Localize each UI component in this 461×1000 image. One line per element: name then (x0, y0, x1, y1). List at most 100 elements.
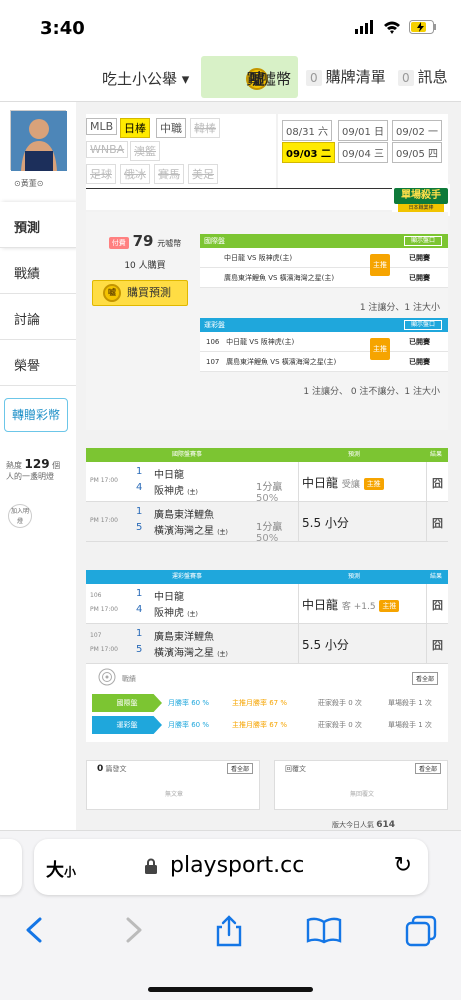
show-odds-button[interactable]: 顯示盤口 (404, 236, 442, 246)
date-tab[interactable]: 09/01 日 (338, 120, 388, 141)
coin-icon: 噓 (103, 284, 121, 302)
team-rank: 4 (136, 482, 143, 493)
sidenav-honor[interactable]: 榮譽 (0, 340, 76, 386)
game-time: PM 17:00 (90, 517, 118, 524)
previous-tab[interactable] (0, 839, 22, 895)
replies-label: 回覆文 (285, 765, 306, 773)
tabs-icon[interactable] (404, 915, 438, 947)
pick: 5.5 小分 (302, 516, 349, 530)
league-khl: 俄冰 (120, 164, 150, 184)
show-odds-button[interactable]: 顯示盤口 (404, 320, 442, 330)
home-tag: (主) (217, 529, 228, 536)
cart-link[interactable]: 0 購牌清單 (306, 66, 386, 87)
sidenav-predict[interactable]: 預測 (0, 202, 76, 248)
col-header: 預測 (348, 573, 361, 580)
view-all-button[interactable]: 看全部 (226, 763, 253, 774)
single-killer: 單場殺手 1 次 (388, 721, 432, 729)
match-name: 中日龍 VS 阪神虎(主) (224, 254, 293, 262)
visitors-label: 版大今日人氣 (332, 821, 374, 829)
forward-icon[interactable] (120, 915, 146, 945)
text-size-button[interactable]: 大小 (46, 856, 76, 882)
col-header: 結果 (430, 451, 443, 458)
game-time: PM 17:00 (90, 606, 118, 613)
league-mlb[interactable]: MLB (86, 118, 118, 135)
prediction-row: 107 廣島東洋鯉魚 VS 橫濱海灣之星(主) 已開賽 (200, 352, 448, 372)
view-all-button[interactable]: 看全部 (414, 763, 441, 774)
table-row: PM 17:00 1 中日龍 4 阪神虎 (主) 1分贏 50% 中日龍 受讓 … (86, 462, 448, 504)
intl-summary: 1 注讓分、1 注大小 (359, 303, 440, 313)
home-team-name: 橫濱海灣之星 (154, 648, 214, 659)
main-content: MLB 日棒 中職 韓棒 WNBA 澳籃 足球 俄冰 賽馬 美足 08/31 六… (76, 102, 461, 830)
back-icon[interactable] (22, 915, 48, 945)
date-tab[interactable]: 09/04 三 (338, 142, 388, 163)
lottery-title: 運彩盤 (204, 321, 225, 329)
record-row: 國際盤 月勝率 60 % 主推月勝率 67 % 莊家殺手 0 次 單場殺手 1 … (92, 694, 442, 712)
user-menu[interactable]: 吃土小公舉 ▾ (102, 68, 189, 89)
away-team: 廣島東洋鯉魚 (154, 632, 214, 643)
paid-tag: 付費 (108, 236, 129, 249)
result-icon: 囧 (432, 517, 443, 530)
team-rank: 5 (136, 644, 143, 655)
table-row: 106 PM 17:00 1 中日龍 4 阪神虎 (主) 中日龍 客 +1.5 … (86, 584, 448, 624)
spread-pct: 50% (256, 533, 279, 544)
col-header: 結果 (430, 573, 443, 580)
banker-killer: 莊家殺手 0 次 (318, 721, 362, 729)
date-tab-selected[interactable]: 09/03 二 (282, 142, 335, 163)
intl-games-table: 國際盤賽事 預測 結果 PM 17:00 1 中日龍 4 阪神虎 (主) 1分贏… (86, 448, 448, 544)
match-name: 中日龍 VS 阪神虎(主) (226, 338, 295, 346)
match-status: 已開賽 (409, 338, 430, 346)
add-lamp-button[interactable]: 加入明燈 (8, 504, 32, 528)
sidenav-discuss[interactable]: 討論 (0, 294, 76, 340)
player-photo (11, 111, 67, 171)
replies-box: 回覆文 看全部 無回覆文 (274, 760, 448, 810)
league-npb[interactable]: 日棒 (120, 118, 150, 138)
league-nfl: 美足 (188, 164, 218, 184)
mvp-title: 單場殺手 (394, 188, 448, 204)
game-time: PM 17:00 (90, 477, 118, 484)
record-panel: 戰績 看全部 國際盤 月勝率 60 % 主推月勝率 67 % 莊家殺手 0 次 … (86, 664, 448, 742)
match-status: 已開賽 (409, 274, 430, 282)
avatar[interactable] (10, 110, 67, 171)
aa-small: 小 (64, 865, 77, 879)
home-team-name: 橫濱海灣之星 (154, 526, 214, 537)
msg-label: 訊息 (417, 68, 448, 86)
empty-text: 無回覆文 (349, 791, 374, 798)
prediction-row: 中日龍 VS 阪神虎(主) 主推 已開賽 (200, 248, 448, 276)
home-team: 阪神虎 (主) (154, 604, 198, 619)
away-team: 中日龍 (154, 592, 184, 603)
price-unit: 元噓幣 (157, 239, 182, 248)
home-team-name: 阪神虎 (154, 608, 184, 619)
view-all-button[interactable]: 看全部 (411, 672, 438, 685)
date-tab[interactable]: 09/02 一 (392, 120, 442, 141)
date-tab[interactable]: 09/05 四 (392, 142, 442, 163)
month-win-rate: 月勝率 60 % (168, 721, 210, 729)
share-icon[interactable] (214, 915, 244, 947)
table-row: 107 PM 17:00 1 廣島東洋鯉魚 5 橫濱海灣之星 (主) 5.5 小… (86, 624, 448, 664)
gift-coin-button[interactable]: 轉贈彩幣 (4, 398, 68, 432)
date-tab[interactable]: 08/31 六 (282, 120, 332, 141)
reload-icon[interactable]: ↻ (394, 853, 412, 878)
main-pick-tag: 主推 (363, 477, 384, 490)
messages-link[interactable]: 0 訊息 (398, 66, 448, 87)
url-text: playsport.cc (170, 853, 305, 878)
target-icon (98, 668, 116, 686)
user-name: ⊙黃董⊙ (14, 179, 44, 188)
sidenav-record[interactable]: 戰績 (0, 248, 76, 294)
buy-prediction-button[interactable]: 噓購買預測 (92, 280, 188, 306)
buy-coin-button[interactable]: 噓 買噓幣 (201, 56, 298, 98)
address-bar[interactable]: 大小 playsport.cc ↻ (34, 839, 428, 895)
bookmarks-icon[interactable] (306, 915, 342, 945)
pick: 中日龍 客 +1.5 主推 (302, 596, 400, 613)
battery-icon (409, 20, 436, 34)
safari-toolbar: 大小 playsport.cc ↻ (0, 830, 461, 1000)
buy-coin-label: 買噓幣 (246, 70, 292, 88)
main-win-rate: 主推月勝率 67 % (232, 699, 288, 707)
home-team-name: 阪神虎 (154, 486, 184, 497)
wifi-icon (384, 21, 400, 34)
home-tag: (主) (187, 489, 198, 496)
left-sidebar: ⊙黃董⊙ 預測 戰績 討論 榮譽 轉贈彩幣 熱度 129 個人的一盞明燈 加入明… (0, 102, 76, 830)
prediction-row: 106 中日龍 VS 阪神虎(主) 主推 已開賽 (200, 332, 448, 360)
popularity-label: 熱度 (6, 461, 22, 470)
team-rank: 1 (136, 628, 143, 639)
league-cpbl[interactable]: 中職 (156, 118, 186, 138)
